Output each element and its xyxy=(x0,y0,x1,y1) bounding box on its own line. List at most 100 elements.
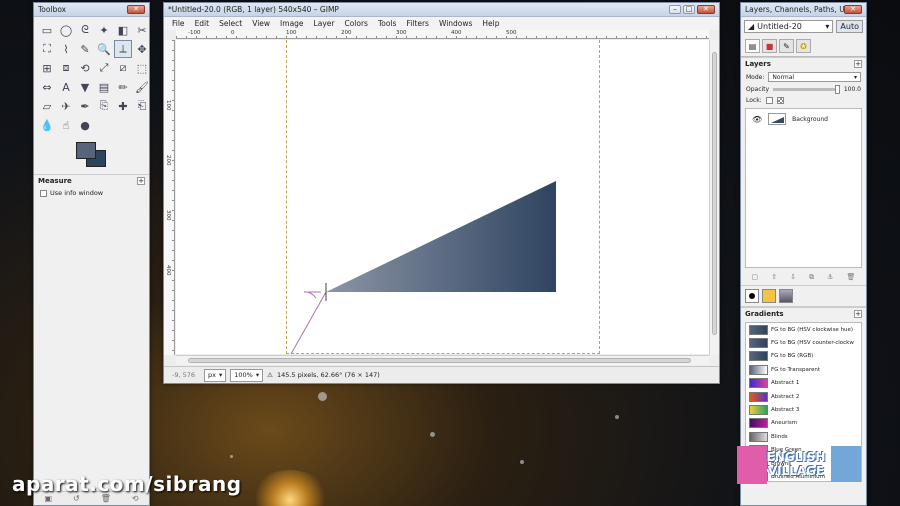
lock-pixels-checkbox[interactable] xyxy=(765,97,773,104)
horizontal-scrollbar[interactable] xyxy=(176,355,709,365)
image-canvas[interactable] xyxy=(176,40,709,354)
gradient-item[interactable]: FG to BG (HSV clockwise hue) xyxy=(746,323,861,336)
minimize-icon[interactable]: – xyxy=(669,5,681,14)
blur-icon[interactable]: 💧 xyxy=(38,116,56,134)
lock-alpha-checkbox[interactable] xyxy=(776,97,784,104)
image-window-titlebar[interactable]: *Untitled-20.0 (RGB, 1 layer) 540x540 – … xyxy=(164,3,719,17)
anchor-layer-icon[interactable]: ⚓ xyxy=(827,273,833,282)
menu-edit[interactable]: Edit xyxy=(195,19,210,28)
panel-menu-icon[interactable]: + xyxy=(854,310,862,318)
airbrush-icon[interactable]: ✈ xyxy=(57,97,75,115)
menu-select[interactable]: Select xyxy=(219,19,242,28)
patterns-tab[interactable] xyxy=(762,289,776,303)
brushes-tab[interactable] xyxy=(745,289,759,303)
horizontal-ruler[interactable]: -100 0 100 200 300 400 500 xyxy=(176,30,709,39)
smudge-icon[interactable]: ☝ xyxy=(57,116,75,134)
gradient-item[interactable]: FG to BG (RGB) xyxy=(746,350,861,363)
menu-help[interactable]: Help xyxy=(482,19,499,28)
maximize-icon[interactable]: □ xyxy=(683,5,695,14)
measure-icon[interactable]: ⟂ xyxy=(114,40,132,58)
mode-select[interactable]: Normal ▾ xyxy=(768,72,861,82)
foreground-color-swatch[interactable] xyxy=(76,142,96,159)
menu-view[interactable]: View xyxy=(252,19,270,28)
tab-layers[interactable]: ▤ xyxy=(745,39,760,53)
free-select-icon[interactable]: ᘓ xyxy=(76,21,94,39)
scissors-icon[interactable]: ✂ xyxy=(133,21,151,39)
fuzzy-select-icon[interactable]: ✦ xyxy=(95,21,113,39)
shear-icon[interactable]: ⧄ xyxy=(114,59,132,77)
gradient-item[interactable]: Abstract 3 xyxy=(746,403,861,416)
new-layer-icon[interactable]: ▢ xyxy=(752,273,759,282)
close-icon[interactable]: ✕ xyxy=(844,5,862,14)
scroll-thumb[interactable] xyxy=(188,358,691,363)
gradient-item[interactable]: FG to Transparent xyxy=(746,363,861,376)
checkbox[interactable] xyxy=(40,189,47,197)
unit-select[interactable]: px ▾ xyxy=(204,368,227,382)
vertical-scrollbar[interactable] xyxy=(709,40,719,355)
menu-layer[interactable]: Layer xyxy=(314,19,335,28)
color-select-icon[interactable]: ◧ xyxy=(114,21,132,39)
toolbox-titlebar[interactable]: Toolbox ✕ xyxy=(34,3,149,17)
pencil-icon[interactable]: ✏ xyxy=(114,78,132,96)
align-icon[interactable]: ⊞ xyxy=(38,59,56,77)
ink-icon[interactable]: ✒ xyxy=(76,97,94,115)
crop-icon[interactable]: ⧈ xyxy=(57,59,75,77)
zoom-icon[interactable]: 🔍 xyxy=(95,40,113,58)
panel-menu-icon[interactable]: + xyxy=(137,177,145,185)
text-icon[interactable]: A xyxy=(57,78,75,96)
bucket-fill-icon[interactable]: ▼ xyxy=(76,78,94,96)
paths-icon[interactable]: ⌇ xyxy=(57,40,75,58)
menu-colors[interactable]: Colors xyxy=(344,19,368,28)
gradient-item[interactable]: Blinds xyxy=(746,430,861,443)
layer-row[interactable]: 👁 Background xyxy=(746,109,861,129)
rect-select-icon[interactable]: ▭ xyxy=(38,21,56,39)
color-picker-icon[interactable]: ✎ xyxy=(76,40,94,58)
menu-image[interactable]: Image xyxy=(280,19,304,28)
foreground-select-icon[interactable]: ⛶ xyxy=(38,40,56,58)
clone-icon[interactable]: ⎘ xyxy=(95,97,113,115)
scroll-thumb[interactable] xyxy=(712,52,717,335)
tab-channels[interactable]: ■ xyxy=(762,39,777,53)
gradient-preview xyxy=(749,338,768,349)
vertical-ruler[interactable]: 100 200 300 400 xyxy=(164,40,175,355)
flip-icon[interactable]: ⇔ xyxy=(38,78,56,96)
image-select[interactable]: ◢ Untitled-20 ▾ xyxy=(744,20,834,33)
use-info-window-option[interactable]: Use info window xyxy=(34,187,149,199)
blend-icon[interactable]: ▤ xyxy=(95,78,113,96)
menu-windows[interactable]: Windows xyxy=(439,19,472,28)
opacity-value[interactable]: 100.0 xyxy=(844,86,861,93)
eye-icon[interactable]: 👁 xyxy=(752,115,762,124)
ellipse-select-icon[interactable]: ◯ xyxy=(57,21,75,39)
auto-button[interactable]: Auto xyxy=(836,20,863,33)
gradient-item[interactable]: Abstract 2 xyxy=(746,390,861,403)
menu-file[interactable]: File xyxy=(172,19,185,28)
menu-tools[interactable]: Tools xyxy=(378,19,396,28)
dock-titlebar[interactable]: Layers, Channels, Paths, Undo - Br... ✕ xyxy=(741,3,866,17)
opacity-slider[interactable] xyxy=(773,85,840,94)
eraser-icon[interactable]: ▱ xyxy=(38,97,56,115)
scale-icon[interactable]: ⤢ xyxy=(95,59,113,77)
close-icon[interactable]: ✕ xyxy=(697,5,715,14)
panel-menu-icon[interactable]: + xyxy=(854,60,862,68)
gradients-tab[interactable] xyxy=(779,289,793,303)
lower-layer-icon[interactable]: ⇩ xyxy=(790,273,796,282)
duplicate-layer-icon[interactable]: ⧉ xyxy=(809,273,814,282)
menu-filters[interactable]: Filters xyxy=(406,19,428,28)
tab-undo[interactable]: ✪ xyxy=(796,39,811,53)
paintbrush-icon[interactable]: 🖌 xyxy=(133,78,151,96)
tab-paths[interactable]: ✎ xyxy=(779,39,794,53)
gradient-item[interactable]: FG to BG (HSV counter-clockw xyxy=(746,336,861,349)
zoom-select[interactable]: 100% ▾ xyxy=(230,368,264,382)
perspective-icon[interactable]: ⬚ xyxy=(133,59,151,77)
gradient-item[interactable]: Aneurism xyxy=(746,417,861,430)
perspective-clone-icon[interactable]: ⎗ xyxy=(133,97,151,115)
delete-layer-icon[interactable]: 🗑 xyxy=(847,273,856,282)
raise-layer-icon[interactable]: ⇧ xyxy=(771,273,777,282)
gradient-item[interactable]: Abstract 1 xyxy=(746,377,861,390)
heal-icon[interactable]: ✚ xyxy=(114,97,132,115)
dodge-burn-icon[interactable]: ● xyxy=(76,116,94,134)
slider-handle[interactable] xyxy=(834,85,840,94)
rotate-icon[interactable]: ⟲ xyxy=(76,59,94,77)
close-icon[interactable]: ✕ xyxy=(127,5,145,14)
move-icon[interactable]: ✥ xyxy=(133,40,151,58)
